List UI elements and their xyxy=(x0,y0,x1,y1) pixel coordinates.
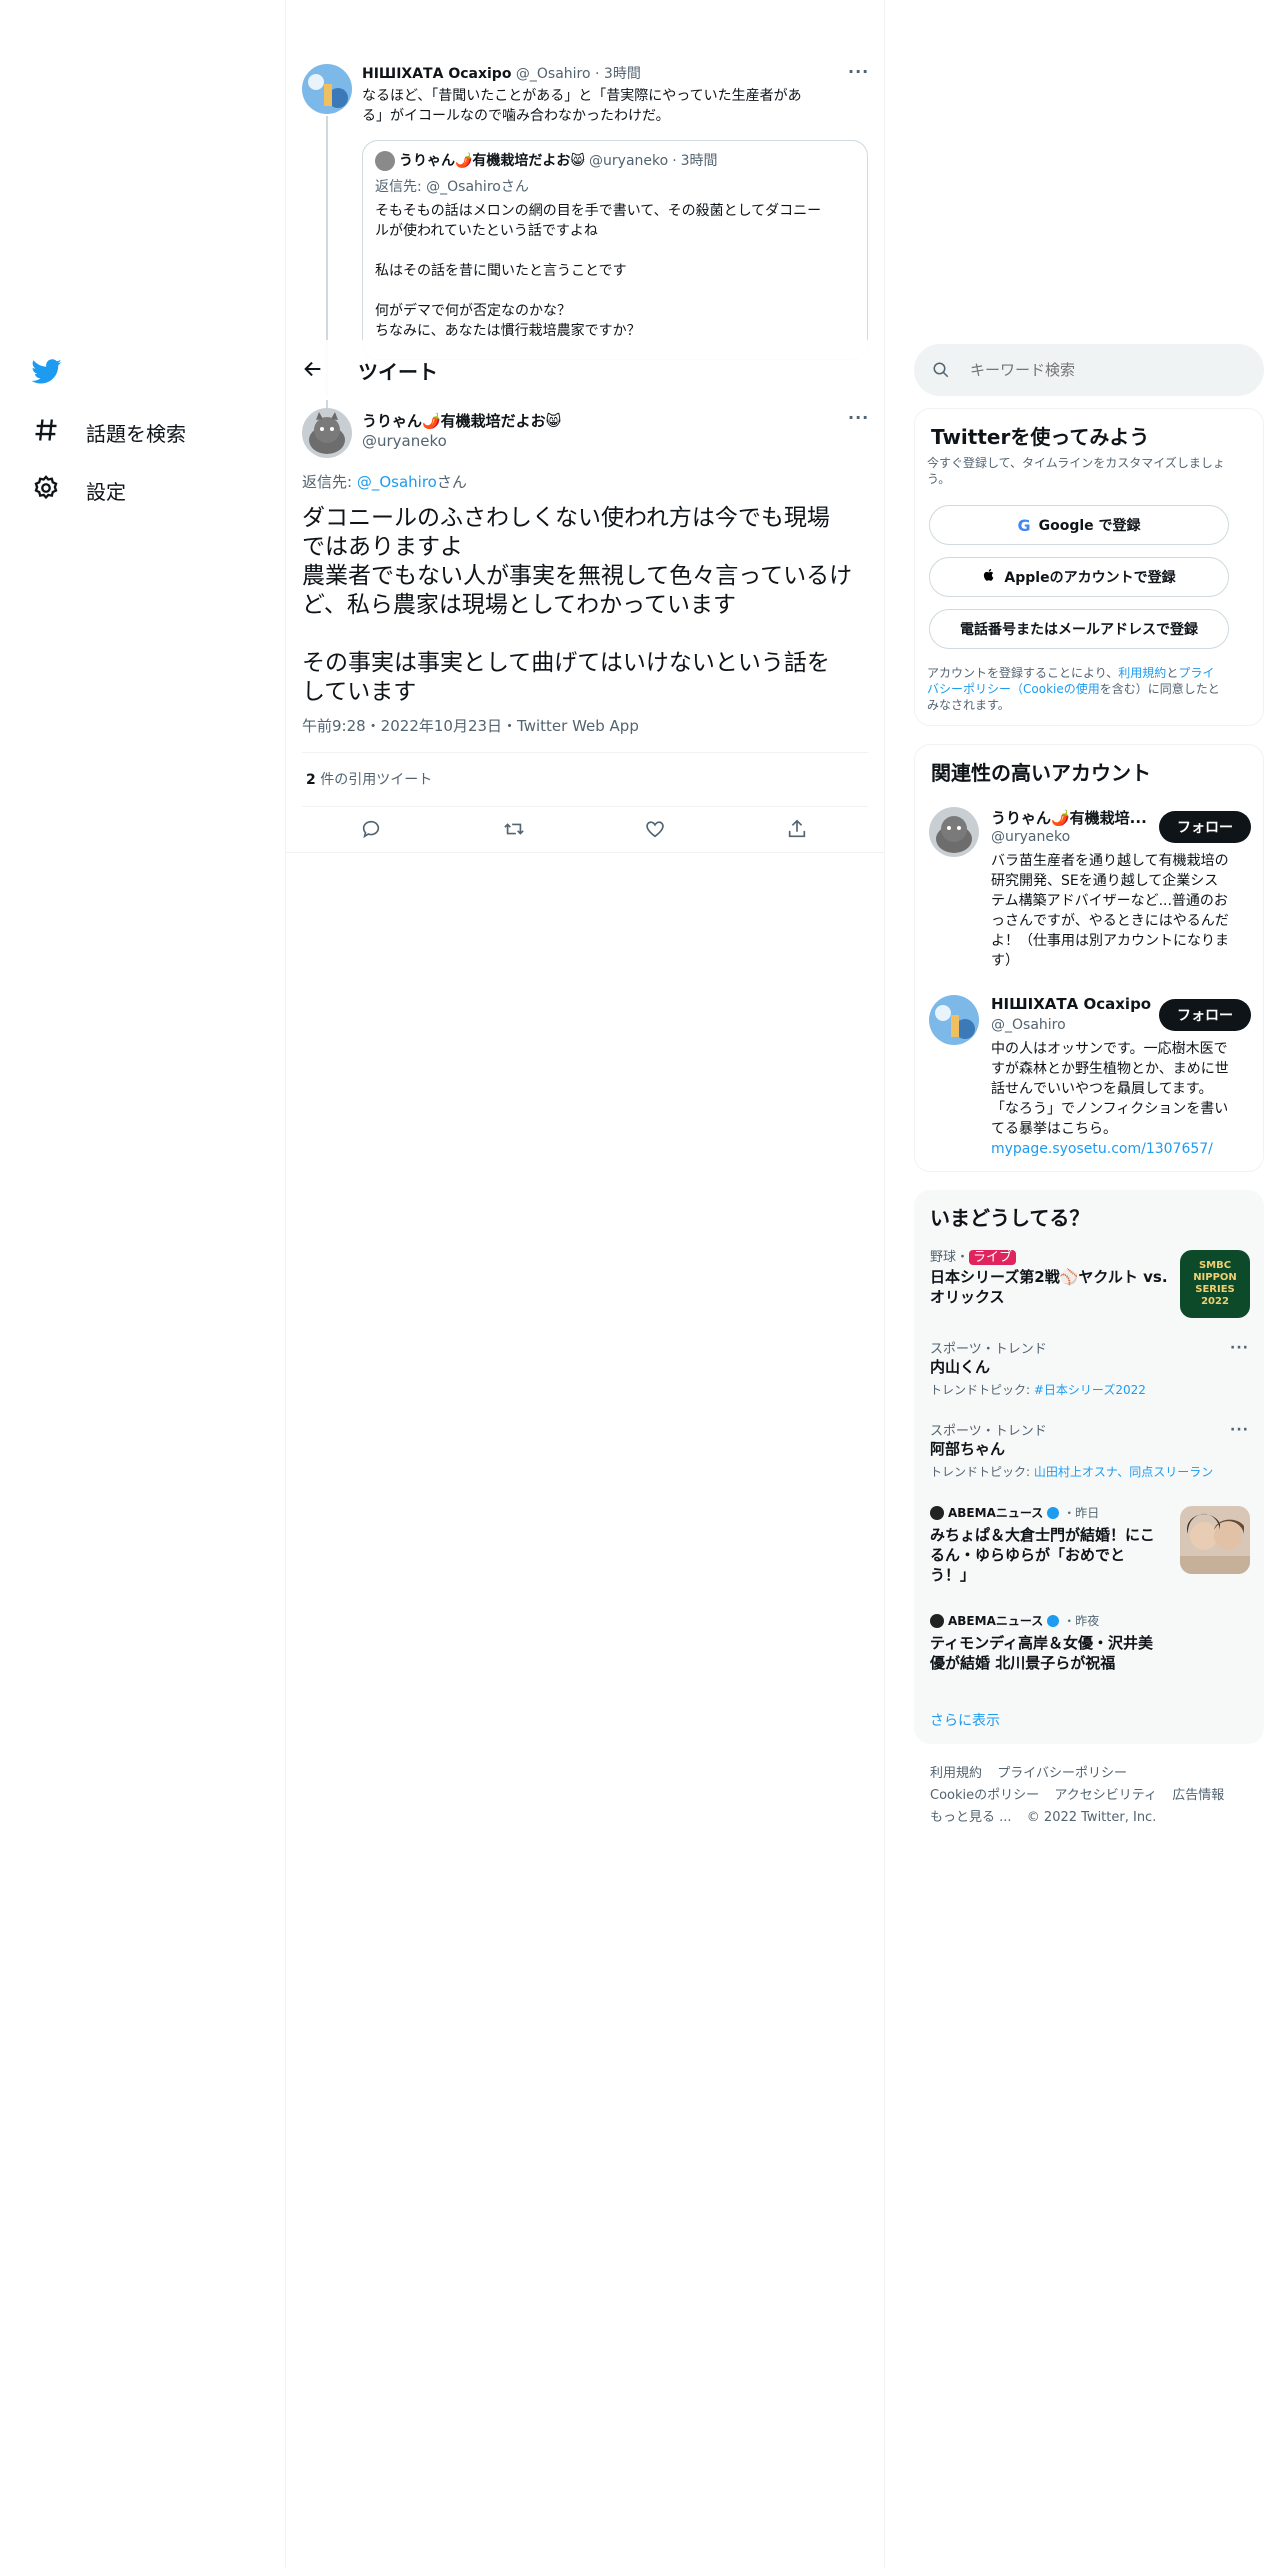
abema-logo-icon xyxy=(930,1505,944,1520)
news-thumbnail[interactable] xyxy=(1180,1506,1250,1574)
divider xyxy=(302,752,868,753)
author-handle[interactable]: @_Osahiro xyxy=(516,66,591,82)
nav-settings-label: 設定 xyxy=(86,480,126,504)
more-icon[interactable]: ··· xyxy=(848,62,869,81)
trends-card: いまどうしてる？ 野球・ ライブ 日本シリーズ第2戦⚾ヤクルト vs. オリックス… xyxy=(914,1190,1264,1744)
trend-item[interactable]: スポーツ・トレンド 阿部ちゃん トレンドトピック: 山田村上オスナ、同点スリーラ… xyxy=(930,1420,1250,1480)
footer-link[interactable]: 利用規約 xyxy=(930,1766,982,1781)
quote-tweets-count[interactable]: 2 件の引用ツイート xyxy=(306,770,432,790)
author-handle[interactable]: @uryaneko xyxy=(362,432,447,450)
signup-subtitle: 今すぐ登録して、タイムラインをカスタマイズしましょ う。 xyxy=(927,456,1225,486)
more-icon[interactable]: ··· xyxy=(848,408,869,427)
follow-button[interactable]: フォロー xyxy=(1159,999,1251,1031)
tweet-meta[interactable]: 午前9:28・2022年10月23日・Twitter Web App xyxy=(302,716,639,736)
divider xyxy=(286,852,884,853)
account-handle[interactable]: @uryaneko xyxy=(991,829,1070,845)
footer-link[interactable]: プライバシーポリシー xyxy=(997,1766,1127,1781)
trend-title: みちょぱ＆大倉士門が結婚！にこ るん・ゆらゆらが「おめでと う！」 xyxy=(930,1526,1155,1584)
nav-explore-label: 話題を検索 xyxy=(86,422,186,446)
trend-title: 内山くん xyxy=(930,1358,991,1376)
reply-icon[interactable] xyxy=(360,818,382,844)
tweet-header: НІШІХАТА Осахіро @_Osahiro · 3時間 xyxy=(362,66,641,82)
trend-title: 阿部ちゃん xyxy=(930,1440,1006,1458)
more-icon[interactable]: ··· xyxy=(1230,1340,1249,1356)
tweet-header-bar: ツイート xyxy=(286,340,884,400)
author-name[interactable]: うりゃん🌶️有機栽培だよお😸 xyxy=(362,410,561,431)
terms-link[interactable]: 利用規約 xyxy=(1118,666,1166,680)
footer-more-link[interactable]: もっと見る ... xyxy=(930,1810,1012,1825)
live-badge: ライブ xyxy=(969,1250,1017,1265)
thread-line xyxy=(326,400,328,408)
account-name[interactable]: НІШІХАТА Осахіро xyxy=(991,995,1151,1013)
tweet-text: なるほど、「昔聞いたことがある」と「昔実際にやっていた生産者があ る」がイコール… xyxy=(362,88,802,124)
reply-to-link[interactable]: @_Osahiro xyxy=(357,473,437,491)
apple-signup-button[interactable]: Appleのアカウントで登録 xyxy=(929,557,1229,597)
abema-logo-icon xyxy=(930,1613,944,1628)
back-arrow-icon[interactable] xyxy=(302,358,324,384)
nav-explore[interactable]: 話題を検索 xyxy=(32,416,186,449)
trends-title: いまどうしてる？ xyxy=(930,1206,1090,1230)
signup-card: Twitterを使ってみよう 今すぐ登録して、タイムラインをカスタマイズしましょ… xyxy=(914,408,1264,726)
quoted-tweet-header: うりゃん🌶️有機栽培だよお😸 @uryaneko · 3時間 xyxy=(375,151,718,171)
nav-settings[interactable]: 設定 xyxy=(32,474,126,507)
signup-title: Twitterを使ってみよう xyxy=(931,425,1150,449)
verified-icon xyxy=(1047,1614,1060,1627)
verified-icon xyxy=(1047,1506,1060,1519)
related-accounts-card: 関連性の高いアカウント うりゃん🌶️有機栽培... @uryaneko フォロー… xyxy=(914,744,1264,1172)
like-icon[interactable] xyxy=(644,818,666,844)
quoted-tweet-text: そもそもの話はメロンの網の目を手で書いて、その殺菌としてダコニー ルが使われてい… xyxy=(375,203,822,339)
tweet-time: 3時間 xyxy=(680,153,718,169)
author-name: うりゃん🌶️有機栽培だよお😸 xyxy=(399,153,586,169)
news-item[interactable]: ABEMAニュース ・昨日 みちょぱ＆大倉士門が結婚！にこ るん・ゆらゆらが「お… xyxy=(930,1504,1168,1585)
avatar[interactable] xyxy=(929,807,979,857)
footer-link[interactable]: 広告情報 xyxy=(1172,1788,1224,1803)
bio-link[interactable]: mypage.syosetu.com/1307657/ xyxy=(991,1139,1253,1159)
footer-link[interactable]: Cookieのポリシー xyxy=(930,1788,1039,1803)
hashtag-icon xyxy=(32,416,60,449)
google-icon: G xyxy=(1017,515,1031,535)
avatar[interactable] xyxy=(302,64,352,114)
footer-link[interactable]: アクセシビリティ xyxy=(1054,1788,1157,1803)
right-column-divider xyxy=(884,0,885,2568)
trend-title: ティモンディ高岸＆女優・沢井美 優が結婚 北川景子らが祝福 xyxy=(930,1634,1154,1672)
google-signup-button[interactable]: G Google で登録 xyxy=(929,505,1229,545)
reply-to: 返信先: @_Osahiroさん xyxy=(302,473,467,491)
search-icon xyxy=(932,361,950,379)
trend-item[interactable]: スポーツ・トレンド 内山くん トレンドトピック: #日本シリーズ2022 xyxy=(930,1338,1250,1398)
footer-links: 利用規約 プライバシーポリシー Cookieのポリシー アクセシビリティ 広告情… xyxy=(930,1762,1260,1828)
avatar[interactable] xyxy=(302,408,352,458)
news-item[interactable]: ABEMAニュース ・昨夜 ティモンディ高岸＆女優・沢井美 優が結婚 北川景子ら… xyxy=(930,1612,1168,1673)
privacy-link[interactable]: バシーポリシー（Cookieの使用 xyxy=(927,682,1100,696)
author-handle: @uryaneko xyxy=(589,153,669,169)
search-box[interactable] xyxy=(914,344,1264,396)
account-bio: バラ苗生産者を通り越して有機栽培の 研究開発、SEを通り越して企業シス テム構築… xyxy=(991,853,1229,969)
share-icon[interactable] xyxy=(786,818,808,844)
related-title: 関連性の高いアカウント xyxy=(931,761,1151,785)
more-icon[interactable]: ··· xyxy=(1230,1422,1249,1438)
avatar xyxy=(375,151,395,171)
apple-icon xyxy=(982,567,996,587)
retweet-icon[interactable] xyxy=(502,818,526,844)
page-title: ツイート xyxy=(358,360,438,384)
signup-terms: アカウントを登録することにより、利用規約とプライ バシーポリシー（Cookieの… xyxy=(927,666,1220,712)
search-input[interactable] xyxy=(970,361,1230,379)
follow-button[interactable]: フォロー xyxy=(1159,811,1251,843)
gear-icon xyxy=(32,474,60,507)
copyright: © 2022 Twitter, Inc. xyxy=(1026,1810,1157,1825)
quoted-tweet-card[interactable]: うりゃん🌶️有機栽培だよお😸 @uryaneko · 3時間 返信先: @_Os… xyxy=(362,140,868,360)
tweet-text: ダコニールのふさわしくない使われ方は今でも現場 ではありますよ 農業者でもない人… xyxy=(302,505,853,705)
avatar[interactable] xyxy=(929,995,979,1045)
account-bio: 中の人はオッサンです。一応樹木医で すが森林とか野生植物とか、まめに世 話せんで… xyxy=(991,1039,1253,1159)
divider xyxy=(302,806,868,807)
reply-to: 返信先: @_Osahiroさん xyxy=(375,179,529,195)
account-handle[interactable]: @_Osahiro xyxy=(991,1017,1066,1033)
twitter-logo-icon[interactable] xyxy=(31,356,62,390)
trend-thumbnail[interactable]: SMBC NIPPON SERIES 2022 xyxy=(1180,1250,1250,1318)
show-more-link[interactable]: さらに表示 xyxy=(930,1710,1000,1730)
author-name[interactable]: НІШІХАТА Осахіро xyxy=(362,66,511,82)
tweet-time[interactable]: 3時間 xyxy=(604,66,641,82)
account-name[interactable]: うりゃん🌶️有機栽培... xyxy=(991,807,1147,828)
phone-email-signup-button[interactable]: 電話番号またはメールアドレスで登録 xyxy=(929,609,1229,649)
